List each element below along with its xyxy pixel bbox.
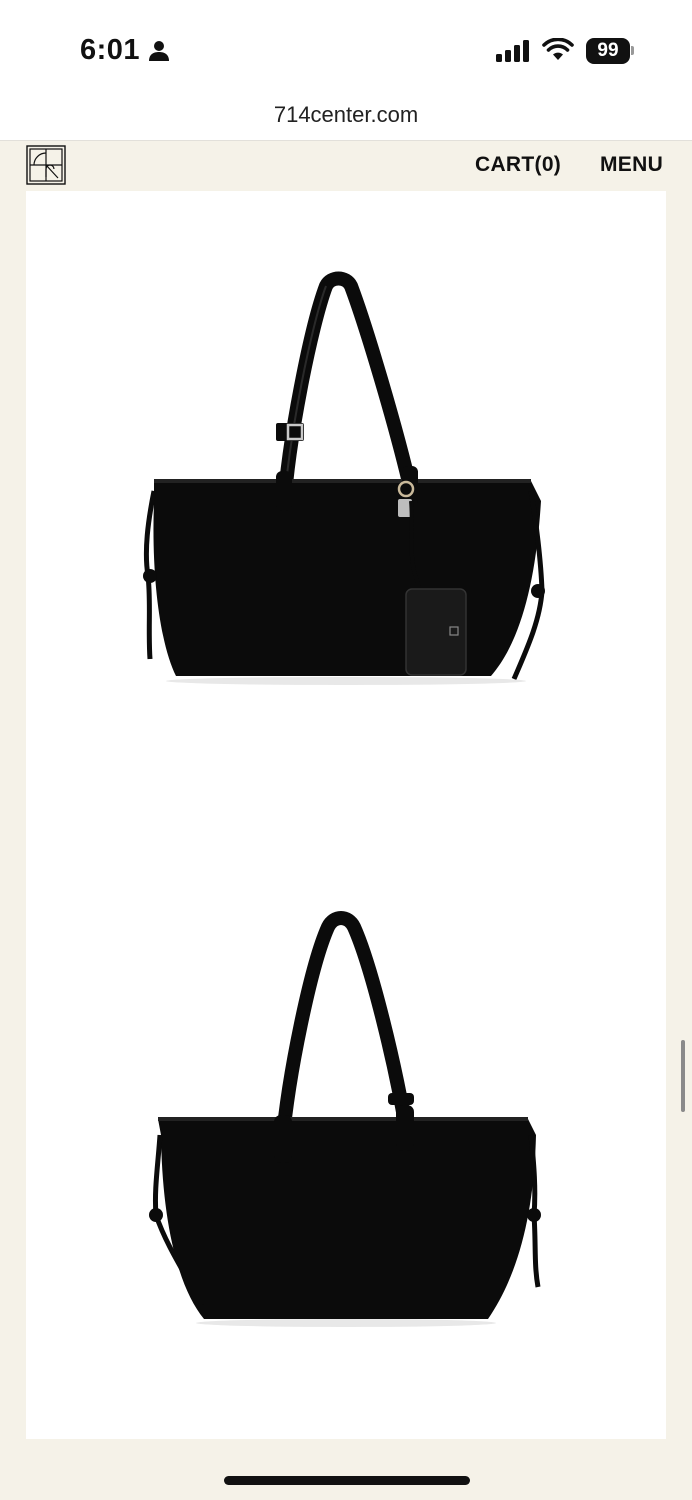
tote-bag-back-illustration — [149, 911, 541, 1327]
status-bar: 6:01 99 — [0, 0, 692, 92]
url-text[interactable]: 714center.com — [0, 102, 692, 128]
battery-level: 99 — [597, 40, 619, 61]
home-indicator[interactable] — [224, 1476, 470, 1485]
tote-bag-front-illustration — [143, 271, 545, 685]
brand-logo-icon[interactable] — [26, 145, 66, 185]
cart-link[interactable]: CART(0) — [475, 153, 561, 177]
product-gallery — [26, 191, 666, 1439]
wifi-icon — [542, 38, 574, 60]
battery-cap — [631, 46, 634, 55]
product-image-back[interactable] — [26, 815, 666, 1439]
person-icon — [149, 41, 169, 61]
scrollbar[interactable] — [681, 1040, 685, 1112]
status-time: 6:01 — [80, 34, 141, 66]
menu-button[interactable]: MENU — [600, 153, 663, 177]
site-header: CART(0) MENU — [0, 141, 692, 191]
product-image-front[interactable] — [26, 191, 666, 815]
signal-icon — [496, 40, 529, 62]
browser-url-bar[interactable]: 714center.com — [0, 92, 692, 141]
battery-icon: 99 — [586, 38, 630, 64]
